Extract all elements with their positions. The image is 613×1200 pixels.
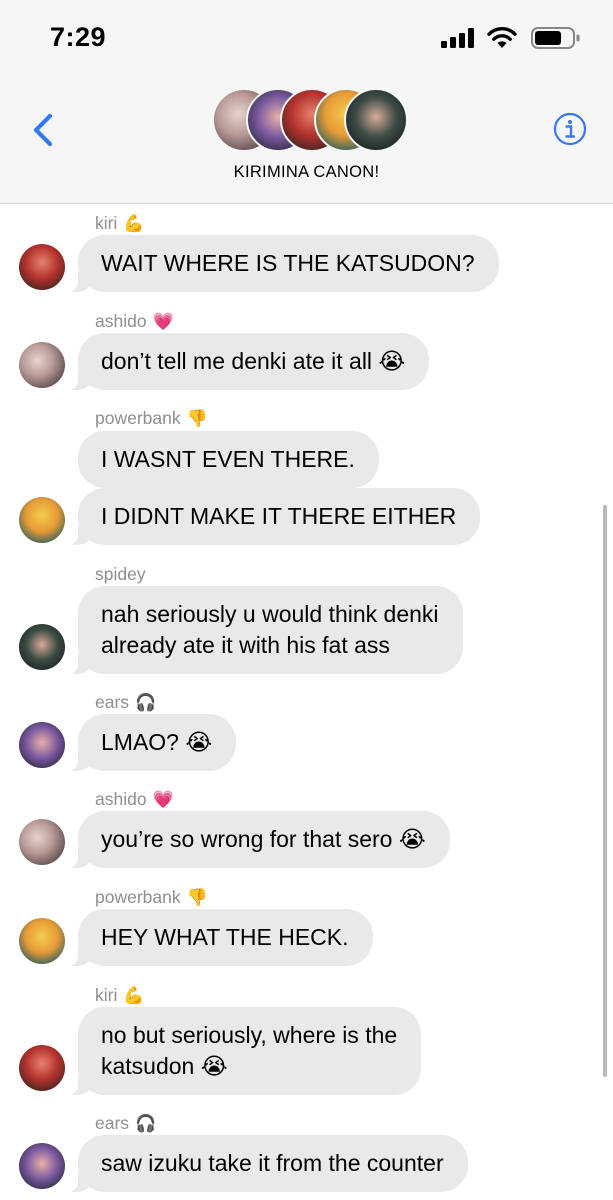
message-bubble[interactable]: nah seriously u would think denki alread…: [68, 586, 463, 674]
message-text: HEY WHAT THE HECK.: [101, 924, 349, 950]
sender-name: ashido 💗: [95, 311, 174, 332]
sender-name: powerbank 👎: [95, 887, 208, 908]
sender-name: ashido 💗: [95, 789, 174, 810]
message-text: saw izuku take it from the counter: [101, 1150, 444, 1176]
sender-name: kiri 💪: [95, 985, 145, 1006]
status-time: 7:29: [50, 22, 107, 52]
battery-icon: [531, 27, 580, 49]
sender-emoji: 💪: [123, 986, 145, 1005]
sender-label: ears: [95, 692, 130, 712]
message-bubble[interactable]: no but seriously, where is the katsudon …: [67, 1007, 422, 1095]
message-bubble[interactable]: WAIT WHERE IS THE KATSUDON?: [68, 235, 499, 292]
sender-emoji: 💪: [123, 214, 145, 233]
back-chevron-icon[interactable]: [28, 110, 58, 150]
message-bubble[interactable]: don’t tell me denki ate it all 😭: [67, 333, 430, 390]
cellular-signal-icon: [441, 28, 474, 48]
sender-name: spidey: [95, 564, 146, 585]
message-bubble[interactable]: you’re so wrong for that sero 😭: [68, 811, 450, 868]
sender-label: powerbank: [95, 408, 181, 428]
sender-emoji: 👎: [186, 409, 208, 428]
info-icon[interactable]: [553, 112, 587, 146]
sender-emoji: 🎧: [135, 1114, 157, 1133]
avatar-kiri[interactable]: [19, 244, 65, 290]
message-text: I DIDNT MAKE IT THERE EITHER: [101, 503, 457, 529]
avatar-ashido[interactable]: [19, 819, 65, 865]
sender-name: kiri 💪: [95, 213, 145, 234]
avatar-ears[interactable]: [19, 1143, 65, 1189]
message-text: you’re so wrong for that sero 😭: [101, 826, 426, 852]
sender-emoji: 💗: [152, 790, 174, 809]
sender-label: spidey: [95, 564, 146, 584]
sender-label: ashido: [95, 789, 147, 809]
sender-name: ears 🎧: [95, 692, 156, 713]
message-text: WAIT WHERE IS THE KATSUDON?: [101, 250, 475, 276]
avatar-spidey[interactable]: [19, 624, 65, 670]
sender-emoji: 💗: [152, 312, 174, 331]
sender-emoji: 👎: [186, 888, 208, 907]
message-text-line: no but seriously, where is the: [101, 1022, 398, 1048]
avatar-ashido[interactable]: [19, 342, 65, 388]
avatar-powerbank[interactable]: [19, 497, 65, 543]
sender-name: ears 🎧: [95, 1113, 156, 1134]
group-avatars[interactable]: [212, 88, 408, 152]
message-bubble[interactable]: LMAO? 😭: [67, 714, 237, 771]
sender-label: kiri: [95, 213, 118, 233]
message-bubble[interactable]: HEY WHAT THE HECK.: [68, 909, 373, 966]
message-text-line: katsudon 😭: [101, 1053, 228, 1079]
sender-label: ears: [95, 1113, 130, 1133]
conversation-header: KIRIMINA CANON!: [0, 80, 613, 204]
sender-name: powerbank 👎: [95, 408, 208, 429]
message-list[interactable]: kiri 💪 WAIT WHERE IS THE KATSUDON? ashido…: [0, 204, 613, 1200]
message-text: don’t tell me denki ate it all 😭: [101, 348, 406, 374]
sender-label: powerbank: [95, 887, 181, 907]
message-text-line: nah seriously u would think denki: [101, 601, 439, 627]
wifi-icon: [487, 27, 517, 48]
message-text-line: already ate it with his fat ass: [101, 632, 390, 658]
message-bubble[interactable]: I DIDNT MAKE IT THERE EITHER: [67, 488, 481, 545]
message-bubble[interactable]: I WASNT EVEN THERE.: [78, 431, 379, 488]
sender-emoji: 🎧: [135, 693, 157, 712]
message-bubble[interactable]: saw izuku take it from the counter: [68, 1135, 468, 1192]
status-bar: 7:29: [0, 0, 613, 80]
scrollbar[interactable]: [603, 505, 607, 1077]
sender-label: ashido: [95, 311, 147, 331]
avatar-ears[interactable]: [19, 722, 65, 768]
sender-label: kiri: [95, 985, 118, 1005]
avatar-powerbank[interactable]: [19, 918, 65, 964]
conversation-title[interactable]: KIRIMINA CANON!: [0, 163, 613, 182]
group-avatar-spidey: [344, 88, 408, 152]
message-text: LMAO? 😭: [101, 729, 213, 755]
avatar-kiri[interactable]: [19, 1045, 65, 1091]
message-text: I WASNT EVEN THERE.: [101, 446, 355, 472]
